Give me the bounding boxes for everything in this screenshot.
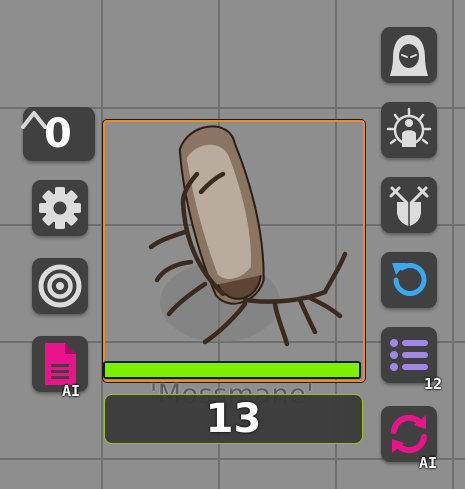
gear-icon bbox=[39, 187, 81, 229]
hit-points-field[interactable]: 13 bbox=[104, 394, 363, 444]
notes-button[interactable] bbox=[32, 336, 88, 392]
refresh-icon bbox=[391, 414, 427, 454]
token-image[interactable] bbox=[102, 119, 366, 383]
target-button[interactable] bbox=[32, 258, 88, 314]
aura-figure-icon bbox=[386, 107, 432, 147]
refresh-button[interactable] bbox=[381, 406, 437, 462]
list-icon bbox=[390, 339, 428, 371]
health-bar-fill bbox=[105, 363, 359, 377]
undo-icon bbox=[392, 263, 427, 296]
document-icon bbox=[45, 343, 76, 385]
elk-token-art bbox=[148, 125, 348, 347]
target-icon bbox=[38, 264, 82, 308]
aura-button[interactable] bbox=[381, 102, 437, 158]
crossed-swords-shield-icon bbox=[389, 186, 429, 226]
list-button[interactable] bbox=[381, 327, 437, 383]
elevation-value: 0 bbox=[44, 111, 72, 157]
hooded-figure-icon bbox=[390, 35, 428, 76]
settings-button[interactable] bbox=[32, 180, 88, 236]
combat-button[interactable] bbox=[381, 177, 437, 233]
health-bar bbox=[103, 361, 361, 379]
visibility-button[interactable] bbox=[381, 27, 437, 83]
hit-points-value: 13 bbox=[205, 396, 262, 442]
undo-button[interactable] bbox=[381, 252, 437, 308]
